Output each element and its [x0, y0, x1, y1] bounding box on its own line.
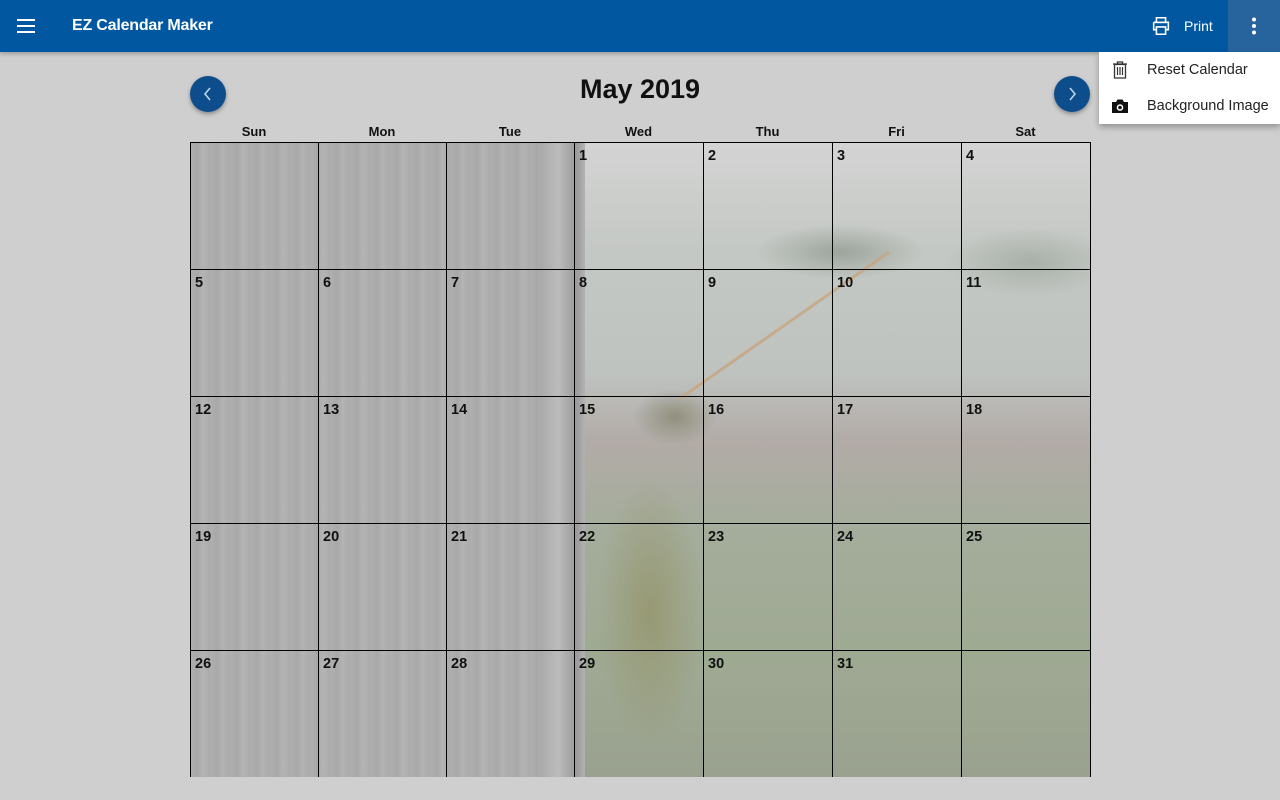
day-number: 16	[708, 402, 725, 418]
day-number: 3	[837, 148, 846, 164]
menu-item-label: Background Image	[1147, 98, 1269, 114]
weekday-label: Mon	[368, 124, 396, 139]
day-number: 8	[579, 275, 588, 291]
app-title: EZ Calendar Maker	[72, 17, 213, 34]
day-cell[interactable]: 18	[962, 397, 1091, 524]
day-number: 21	[451, 529, 468, 545]
printer-icon	[1152, 16, 1170, 36]
day-cell[interactable]: 22	[575, 524, 704, 651]
day-number: 14	[451, 402, 468, 418]
day-cell[interactable]: 25	[962, 524, 1091, 651]
day-cell[interactable]: 31	[833, 651, 962, 777]
chevron-left-icon	[203, 87, 211, 101]
menu-item-background-image[interactable]: Background Image	[1099, 88, 1280, 124]
day-cell[interactable]: 14	[447, 397, 575, 524]
day-number: 27	[323, 656, 340, 672]
weekday-label: Sun	[241, 124, 267, 139]
more-options-button[interactable]	[1228, 0, 1280, 52]
day-number: 4	[966, 148, 975, 164]
day-cell[interactable]: 27	[319, 651, 447, 777]
day-number: 29	[579, 656, 596, 672]
day-cell[interactable]: 24	[833, 524, 962, 651]
empty-day-cell	[962, 651, 1091, 777]
weekday-label: Wed	[624, 124, 653, 139]
day-cell[interactable]: 11	[962, 270, 1091, 397]
day-number: 5	[195, 275, 204, 291]
month-title: May 2019	[579, 74, 701, 104]
day-number: 15	[579, 402, 596, 418]
day-cell[interactable]: 21	[447, 524, 575, 651]
more-vert-icon	[1252, 17, 1256, 35]
day-cell[interactable]: 16	[704, 397, 833, 524]
print-button[interactable]: Print	[1142, 8, 1222, 44]
day-number: 1	[579, 148, 588, 164]
day-number: 2	[708, 148, 717, 164]
day-cell[interactable]: 19	[191, 524, 319, 651]
calendar-days: 1 2 3 4 5 6 7 8 9 10 11 12 13 14 15 16 17 18 19 20 21 22 23 24 2…	[190, 142, 1091, 777]
day-cell[interactable]: 3	[833, 143, 962, 270]
day-cell[interactable]: 8	[575, 270, 704, 397]
day-cell[interactable]: 20	[319, 524, 447, 651]
hamburger-menu-icon	[17, 19, 35, 33]
day-number: 6	[323, 275, 332, 291]
weekday-label: Sat	[1015, 124, 1036, 139]
day-number: 9	[708, 275, 717, 291]
camera-icon	[1111, 97, 1129, 115]
day-number: 11	[966, 275, 982, 291]
day-cell[interactable]: 1	[575, 143, 704, 270]
day-cell[interactable]: 4	[962, 143, 1091, 270]
day-number: 20	[323, 529, 340, 545]
next-month-button[interactable]	[1054, 76, 1090, 112]
day-number: 28	[451, 656, 468, 672]
day-cell[interactable]: 6	[319, 270, 447, 397]
day-number: 24	[837, 529, 854, 545]
empty-day-cell	[447, 143, 575, 270]
day-number: 13	[323, 402, 340, 418]
weekday-label: Fri	[888, 124, 905, 139]
menu-item-label: Reset Calendar	[1147, 62, 1248, 78]
menu-item-reset-calendar[interactable]: Reset Calendar	[1099, 52, 1280, 88]
day-number: 22	[579, 529, 596, 545]
day-number: 12	[195, 402, 212, 418]
calendar-grid: 1 2 3 4 5 6 7 8 9 10 11 12 13 14 15 16 17 18 19 20 21 22 23 24 2…	[190, 142, 1091, 777]
day-cell[interactable]: 28	[447, 651, 575, 777]
empty-day-cell	[191, 143, 319, 270]
day-cell[interactable]: 30	[704, 651, 833, 777]
weekday-label: Thu	[755, 124, 780, 139]
day-number: 17	[837, 402, 854, 418]
weekday-header: Sun Mon Tue Wed Thu Fri Sat	[190, 124, 1090, 142]
chevron-right-icon	[1069, 87, 1077, 101]
day-cell[interactable]: 7	[447, 270, 575, 397]
day-number: 18	[966, 402, 983, 418]
day-cell[interactable]: 9	[704, 270, 833, 397]
day-cell[interactable]: 5	[191, 270, 319, 397]
print-label: Print	[1184, 18, 1213, 34]
trash-icon	[1111, 61, 1129, 79]
previous-month-button[interactable]	[190, 76, 226, 112]
day-number: 23	[708, 529, 725, 545]
overflow-menu: Reset Calendar Background Image	[1099, 52, 1280, 124]
day-cell[interactable]: 15	[575, 397, 704, 524]
day-cell[interactable]: 2	[704, 143, 833, 270]
day-cell[interactable]: 23	[704, 524, 833, 651]
day-cell[interactable]: 12	[191, 397, 319, 524]
day-cell[interactable]: 26	[191, 651, 319, 777]
day-number: 31	[837, 656, 854, 672]
weekday-label: Tue	[498, 124, 522, 139]
day-number: 19	[195, 529, 212, 545]
day-number: 25	[966, 529, 983, 545]
day-number: 26	[195, 656, 212, 672]
menu-button[interactable]	[10, 10, 42, 42]
day-cell[interactable]: 13	[319, 397, 447, 524]
day-cell[interactable]: 10	[833, 270, 962, 397]
day-number: 30	[708, 656, 725, 672]
empty-day-cell	[319, 143, 447, 270]
day-number: 10	[837, 275, 854, 291]
day-cell[interactable]: 17	[833, 397, 962, 524]
app-bar: EZ Calendar Maker Print	[0, 0, 1280, 52]
day-cell[interactable]: 29	[575, 651, 704, 777]
day-number: 7	[451, 275, 460, 291]
